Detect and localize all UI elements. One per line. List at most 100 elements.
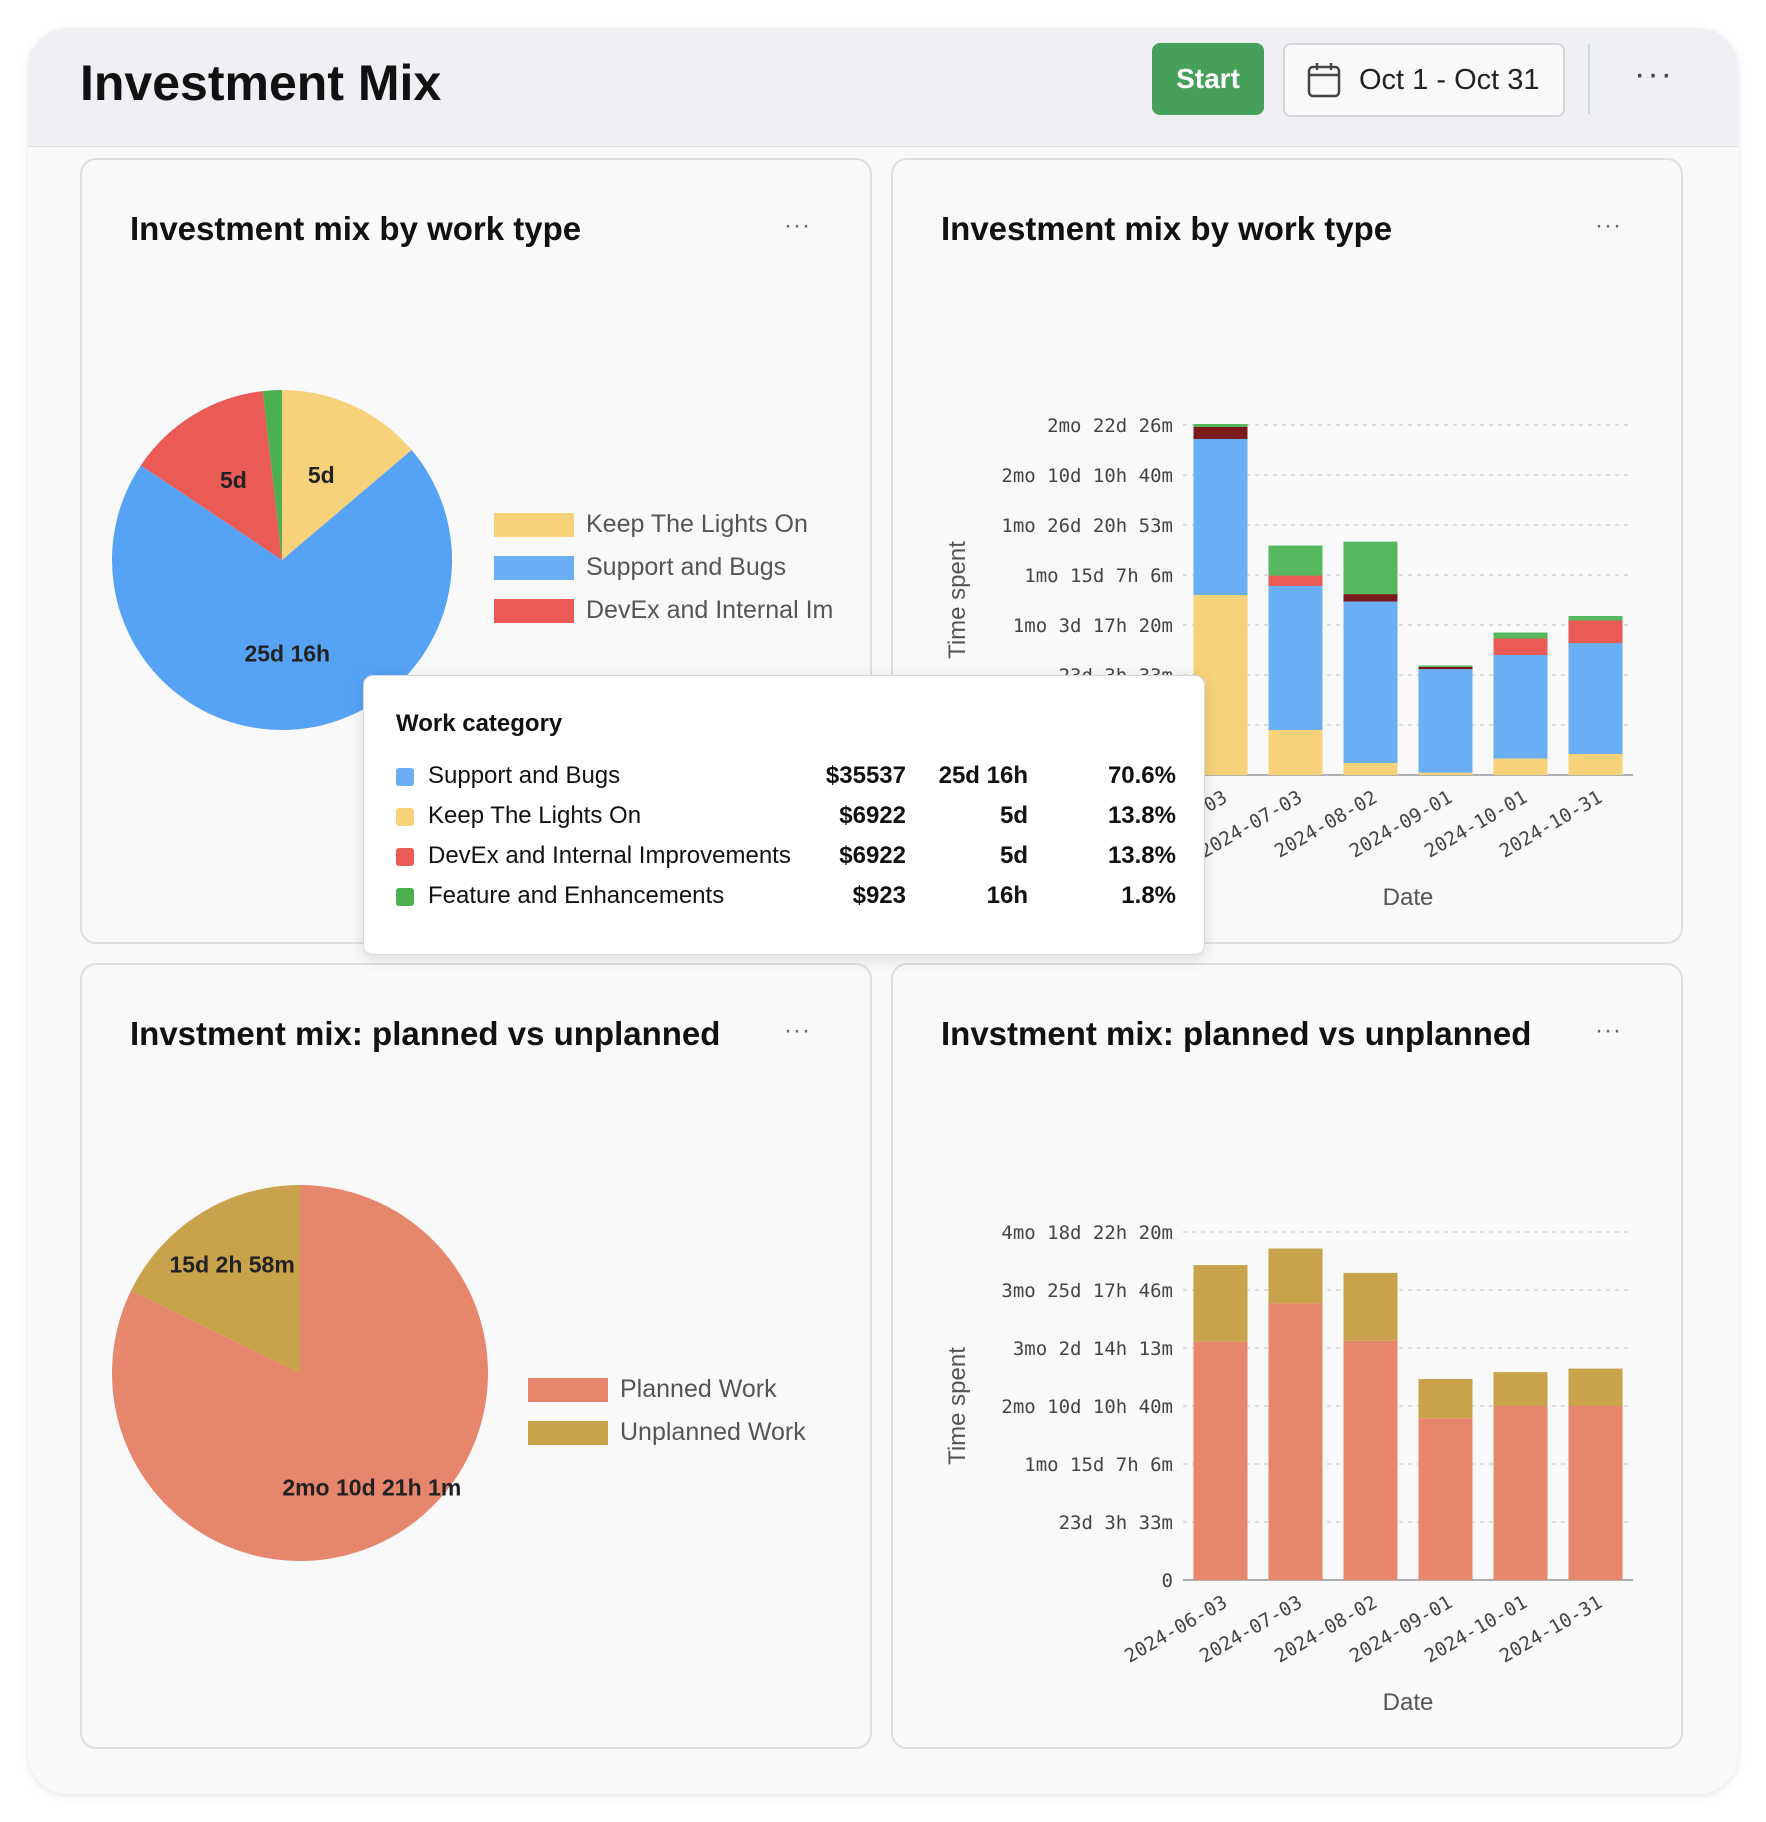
bar-segment[interactable] — [1343, 1340, 1398, 1580]
legend-label: Unplanned Work — [620, 1418, 806, 1446]
bar-segment[interactable] — [1343, 541, 1398, 595]
bar-segment[interactable] — [1268, 545, 1323, 576]
date-range-picker[interactable]: Oct 1 - Oct 31 — [1283, 43, 1565, 117]
legend-swatch — [494, 512, 574, 537]
bar-segment[interactable] — [1493, 1406, 1548, 1580]
tooltip-row: Feature and Enhancements $923 16h 1.8% — [396, 878, 1176, 914]
x-axis-label: Date — [1383, 884, 1434, 911]
tooltip-category: Support and Bugs — [428, 762, 621, 789]
bar-segment[interactable] — [1493, 638, 1548, 655]
tooltip-title: Work category — [396, 710, 563, 737]
bar-segment[interactable] — [1268, 585, 1323, 730]
tooltip-cost: $35537 — [825, 762, 906, 789]
pie-chart-planned: 2mo 10d 21h 1m 15d 2h 58m — [112, 1185, 488, 1561]
legend-label: Support and Bugs — [586, 553, 787, 581]
y-tick-label: 1mo 15d 7h 6m — [1024, 1454, 1173, 1476]
tooltip-swatch — [396, 808, 414, 826]
y-axis-label: Time spent — [944, 541, 971, 659]
y-tick-label: 2mo 10d 10h 40m — [1001, 1396, 1173, 1418]
bar-segment[interactable] — [1493, 654, 1548, 759]
card-more-icon[interactable]: ··· — [784, 1017, 811, 1045]
work-category-tooltip: Work category Support and Bugs $35537 25d … — [363, 675, 1205, 955]
pie-slice-label: 5d — [308, 462, 335, 488]
date-range-label: Oct 1 - Oct 31 — [1359, 63, 1540, 96]
bar-segment[interactable] — [1193, 1265, 1248, 1342]
card-title: Invstment mix: planned vs unplanned — [130, 1015, 721, 1052]
bar-segment[interactable] — [1568, 620, 1623, 643]
card-more-icon[interactable]: ··· — [1595, 1017, 1622, 1045]
tooltip-category: Feature and Enhancements — [428, 882, 725, 909]
bar-segment[interactable] — [1418, 666, 1473, 670]
card-more-icon[interactable]: ··· — [784, 212, 811, 240]
y-tick-label: 1mo 3d 17h 20m — [1013, 615, 1173, 637]
investment-mix-panel: Investment Mix Start Oct 1 - Oct 31 ··· … — [28, 28, 1738, 1794]
y-tick-label: 4mo 18d 22h 20m — [1001, 1222, 1173, 1244]
tooltip-duration: 25d 16h — [938, 762, 1028, 789]
tooltip-row: Keep The Lights On $6922 5d 13.8% — [396, 798, 1176, 834]
tooltip-percent: 70.6% — [1107, 762, 1176, 789]
card-title: Investment mix by work type — [941, 210, 1393, 247]
card-planned-pie: Invstment mix: planned vs unplanned ··· … — [80, 963, 872, 1749]
y-tick-label: 2mo 10d 10h 40m — [1001, 465, 1173, 487]
tooltip-category: DevEx and Internal Improvements — [428, 842, 791, 869]
tooltip-duration: 16h — [986, 882, 1028, 909]
bar-segment[interactable] — [1568, 1406, 1623, 1580]
bar-segment[interactable] — [1418, 772, 1473, 775]
card-more-icon[interactable]: ··· — [1595, 212, 1622, 240]
bar-segment[interactable] — [1193, 1341, 1248, 1580]
legend-swatch — [528, 1420, 608, 1445]
bar-segment[interactable] — [1493, 632, 1548, 639]
bar-segment[interactable] — [1193, 438, 1248, 595]
header-divider — [1588, 44, 1590, 114]
bar-segment[interactable] — [1343, 601, 1398, 763]
legend-item[interactable]: Unplanned Work — [528, 1418, 806, 1447]
bar-segment[interactable] — [1193, 426, 1248, 439]
bar-segment[interactable] — [1268, 729, 1323, 775]
start-button[interactable]: Start — [1152, 43, 1264, 115]
bar-segment[interactable] — [1418, 669, 1473, 773]
y-tick-label: 3mo 25d 17h 46m — [1001, 1280, 1173, 1302]
page-header: Investment Mix Start Oct 1 - Oct 31 ··· — [28, 28, 1738, 147]
bar-segment[interactable] — [1343, 594, 1398, 602]
bar-segment[interactable] — [1568, 642, 1623, 754]
pie-slice-label: 15d 2h 58m — [170, 1252, 295, 1278]
bar-segment[interactable] — [1343, 1272, 1398, 1341]
bar-segment[interactable] — [1268, 1248, 1323, 1304]
tooltip-cost: $6922 — [839, 802, 906, 829]
pie-slice-label: 25d 16h — [244, 640, 330, 666]
bar-segment[interactable] — [1418, 665, 1473, 667]
tooltip-swatch — [396, 848, 414, 866]
tooltip-percent: 1.8% — [1121, 882, 1176, 909]
calendar-icon — [1307, 63, 1341, 98]
bar-segment[interactable] — [1343, 762, 1398, 775]
pie-slice-label: 5d — [220, 467, 247, 493]
legend-item[interactable]: Keep The Lights On — [494, 510, 808, 539]
tooltip-duration: 5d — [999, 802, 1028, 829]
legend-item[interactable]: Planned Work — [528, 1375, 777, 1404]
y-tick-label: 1mo 26d 20h 53m — [1001, 515, 1173, 537]
bar-segment[interactable] — [1493, 758, 1548, 775]
y-tick-label: 2mo 22d 26m — [1047, 415, 1173, 437]
legend-swatch — [494, 555, 574, 580]
bar-segment[interactable] — [1568, 615, 1623, 621]
bar-segment[interactable] — [1268, 1303, 1323, 1580]
bar-segment[interactable] — [1493, 1372, 1548, 1406]
more-options-icon[interactable]: ··· — [1634, 50, 1674, 98]
legend-label: Keep The Lights On — [586, 510, 808, 538]
bar-segment[interactable] — [1418, 1418, 1473, 1580]
bar-segment[interactable] — [1193, 423, 1248, 427]
legend-swatch — [528, 1377, 608, 1402]
bar-segment[interactable] — [1418, 1379, 1473, 1419]
legend-item[interactable]: Support and Bugs — [494, 553, 786, 582]
tooltip-swatch — [396, 768, 414, 786]
tooltip-percent: 13.8% — [1107, 842, 1176, 869]
bar-segment[interactable] — [1268, 575, 1323, 586]
legend-label: Planned Work — [620, 1375, 777, 1403]
bar-segment[interactable] — [1568, 1368, 1623, 1406]
tooltip-category: Keep The Lights On — [428, 802, 642, 829]
tooltip-cost: $923 — [852, 882, 906, 909]
legend-item[interactable]: DevEx and Internal Im — [494, 596, 833, 625]
bar-segment[interactable] — [1568, 753, 1623, 775]
y-tick-label: 1mo 15d 7h 6m — [1024, 565, 1173, 587]
tooltip-row: Support and Bugs $35537 25d 16h 70.6% — [396, 758, 1176, 794]
